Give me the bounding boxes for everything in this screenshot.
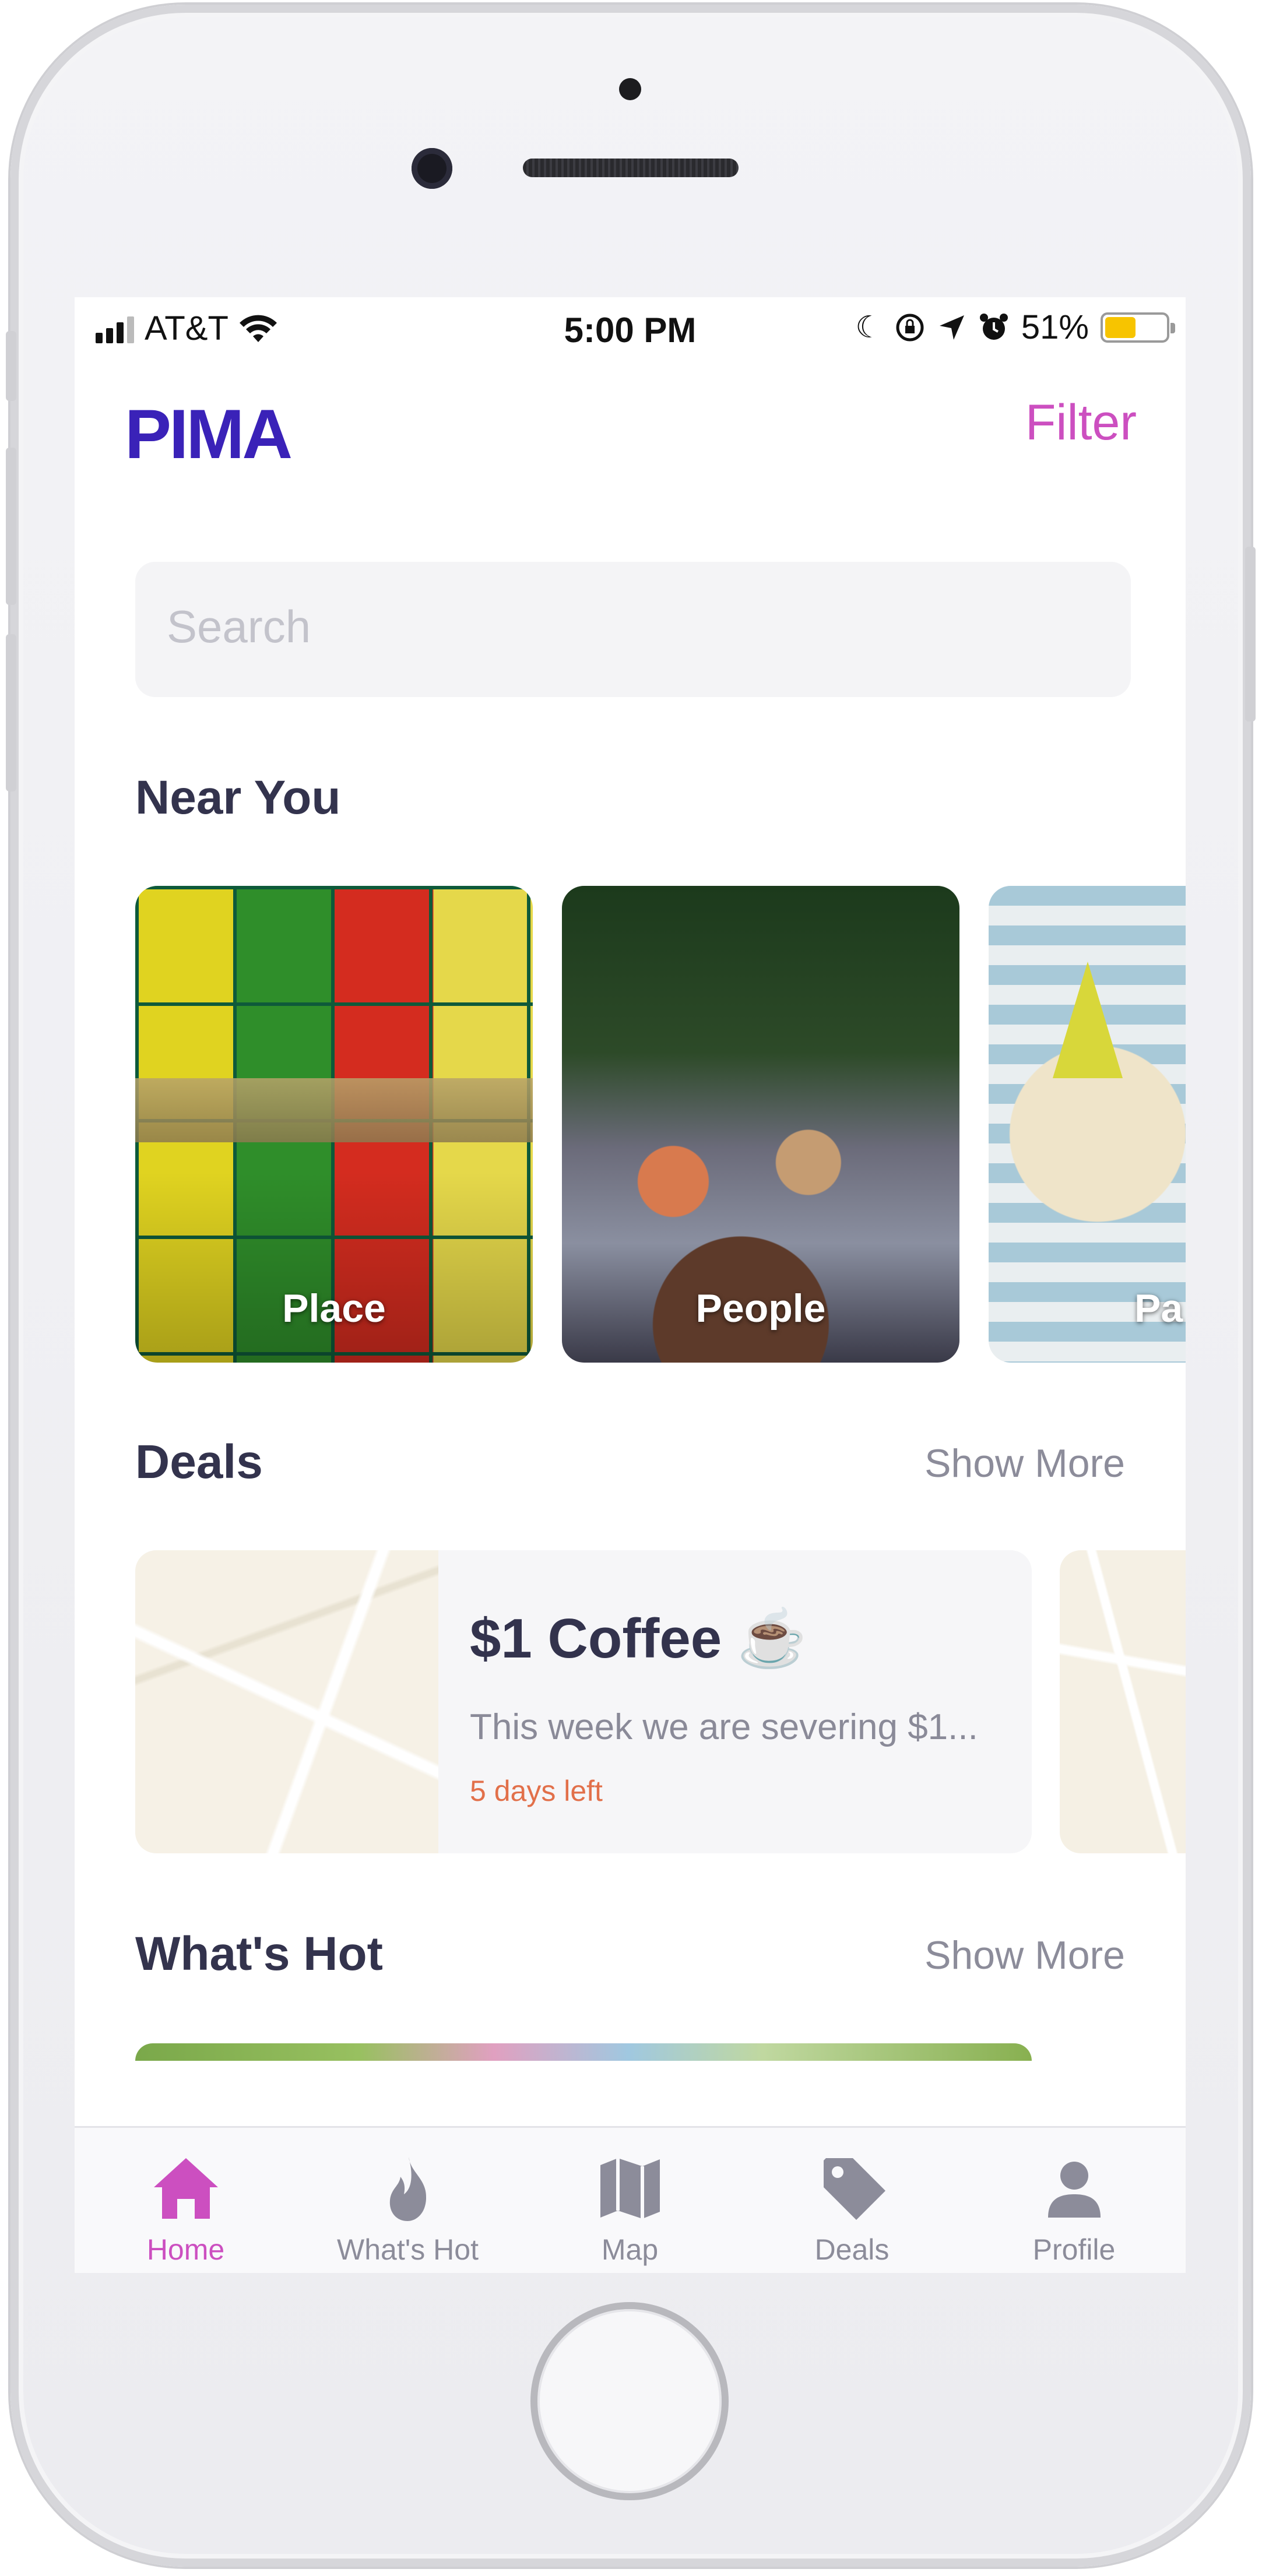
near-you-title: Near You xyxy=(135,771,341,824)
card-label: Place xyxy=(282,1286,386,1331)
front-camera xyxy=(412,148,452,189)
party-hat-image xyxy=(1053,962,1123,1078)
tab-home[interactable]: Home xyxy=(75,2128,297,2273)
tab-profile[interactable]: Profile xyxy=(963,2128,1185,2273)
deal-title: $1 Coffee ☕ xyxy=(470,1607,807,1670)
battery-percent: 51% xyxy=(1021,308,1089,346)
tab-bar: Home What's Hot Map Deals Profile xyxy=(75,2126,1186,2273)
app-logo: PIMA xyxy=(125,395,293,473)
whats-hot-title: What's Hot xyxy=(135,1927,383,1980)
volume-down-button xyxy=(6,634,16,791)
whats-hot-show-more-link[interactable]: Show More xyxy=(924,1933,1125,1978)
tab-whats-hot[interactable]: What's Hot xyxy=(297,2128,519,2273)
whats-hot-card[interactable] xyxy=(135,2043,1032,2061)
tab-deals[interactable]: Deals xyxy=(741,2128,963,2273)
deal-card-next[interactable] xyxy=(1060,1550,1186,1853)
tab-map[interactable]: Map xyxy=(519,2128,741,2273)
search-placeholder: Search xyxy=(167,601,311,652)
home-icon xyxy=(153,2158,218,2219)
card-image xyxy=(135,1078,533,1142)
tag-icon xyxy=(823,2158,885,2220)
alarm-icon xyxy=(979,313,1008,340)
location-icon xyxy=(939,315,964,340)
earpiece-speaker xyxy=(523,159,739,177)
deal-card[interactable]: $1 Coffee ☕ This week we are severing $1… xyxy=(135,1550,1032,1853)
near-you-card-place[interactable]: Place xyxy=(135,886,533,1363)
app-screen: AT&T 5:00 PM ☾ 51% PIMA Filter Search Ne… xyxy=(75,297,1186,2273)
tab-label: Home xyxy=(146,2233,225,2266)
card-label: People xyxy=(695,1286,826,1331)
tab-label: Map xyxy=(601,2233,659,2266)
proximity-sensor xyxy=(619,78,641,100)
status-bar: AT&T 5:00 PM ☾ 51% xyxy=(75,297,1186,360)
rotation-lock-icon xyxy=(896,314,924,341)
mute-switch xyxy=(6,331,16,401)
tab-label: Deals xyxy=(814,2233,890,2266)
home-button[interactable] xyxy=(530,2302,729,2500)
person-icon xyxy=(1047,2162,1101,2218)
map-icon xyxy=(600,2158,660,2219)
filter-button[interactable]: Filter xyxy=(1025,394,1137,452)
power-button xyxy=(1245,547,1256,722)
tab-label: Profile xyxy=(1032,2233,1116,2266)
moon-icon: ☾ xyxy=(855,310,883,344)
volume-up-button xyxy=(6,448,16,605)
deals-show-more-link[interactable]: Show More xyxy=(924,1441,1125,1486)
battery-icon xyxy=(1101,312,1175,343)
flame-icon xyxy=(389,2157,426,2221)
deal-map-thumbnail xyxy=(135,1550,438,1853)
deal-days-left: 5 days left xyxy=(470,1775,603,1807)
deal-description: This week we are severing $1... xyxy=(470,1707,978,1747)
near-you-card-party[interactable]: Pa xyxy=(989,886,1186,1363)
near-you-card-people[interactable]: People xyxy=(562,886,959,1363)
battery-fill xyxy=(1105,316,1136,338)
tab-label: What's Hot xyxy=(337,2233,479,2266)
card-label: Pa xyxy=(1134,1286,1183,1331)
deals-title: Deals xyxy=(135,1435,263,1488)
